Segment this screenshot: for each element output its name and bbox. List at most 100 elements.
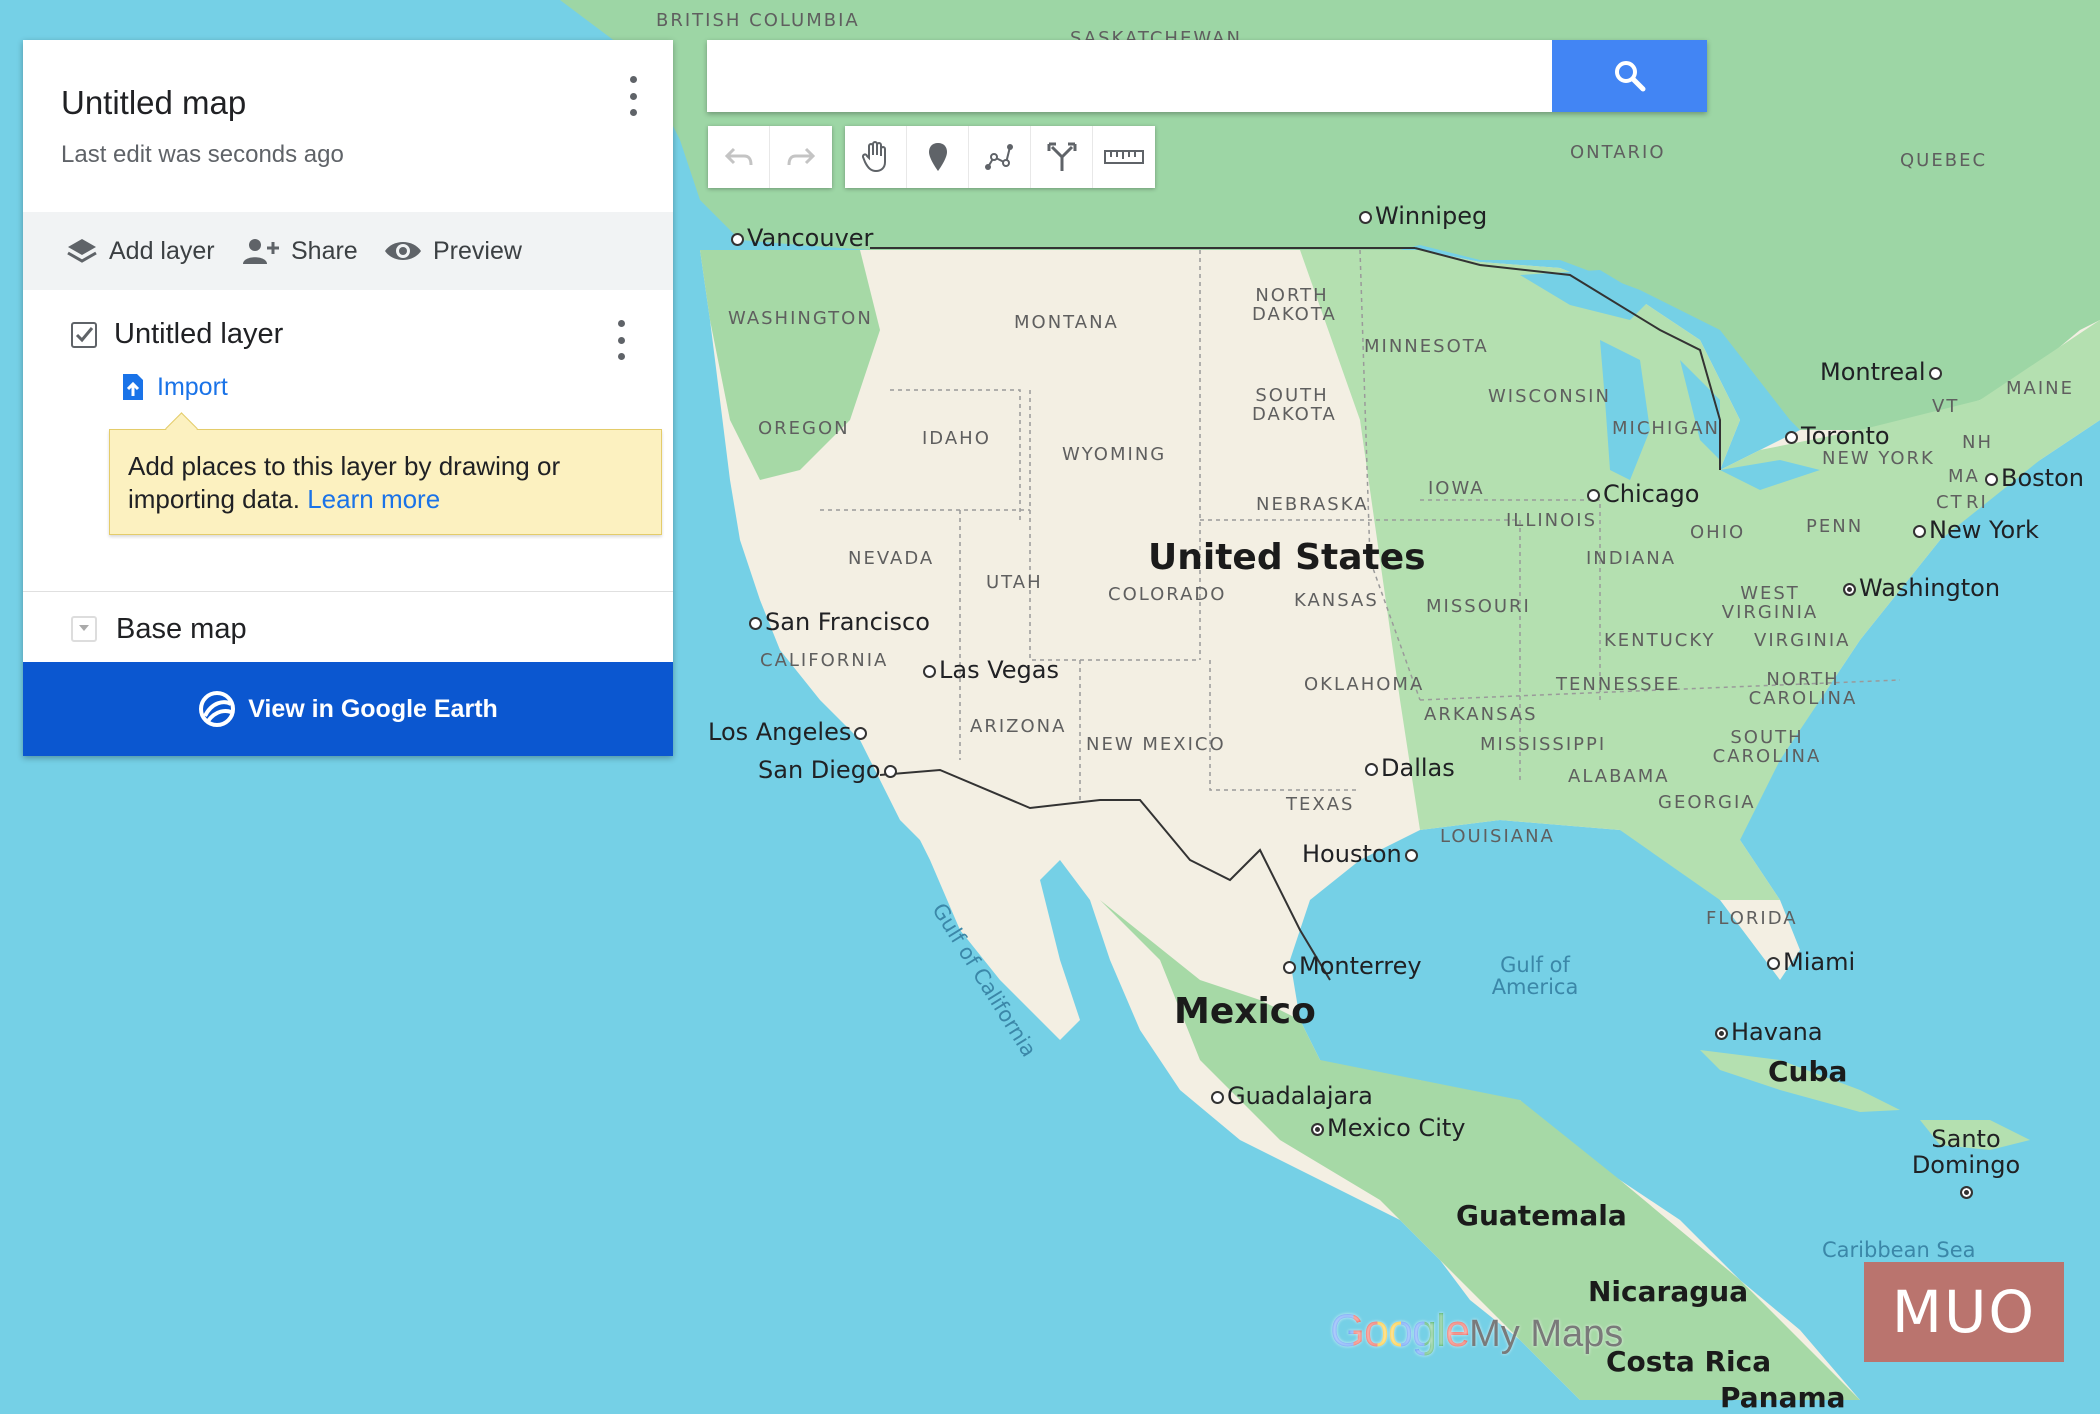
state-label: NH <box>1962 432 1993 453</box>
share-label: Share <box>291 236 358 265</box>
history-toolbar <box>708 126 832 188</box>
measure-distances-button[interactable] <box>1093 126 1155 188</box>
state-label: VT <box>1932 396 1960 417</box>
province-label: QUEBEC <box>1900 150 1988 171</box>
state-label: SOUTH CAROLINA <box>1712 727 1822 767</box>
undo-button[interactable] <box>708 126 770 188</box>
layer-row: Untitled layer <box>23 310 673 370</box>
state-label: IDAHO <box>922 428 991 449</box>
share-button[interactable]: Share <box>241 212 358 290</box>
redo-button[interactable] <box>770 126 832 188</box>
state-label: CALIFORNIA <box>760 650 889 671</box>
hand-icon <box>861 141 886 173</box>
state-label: NORTH CAROLINA <box>1748 669 1858 709</box>
drawing-toolbar <box>845 126 1155 188</box>
map-panel: Untitled map Last edit was seconds ago A… <box>23 40 673 756</box>
city-label: Las Vegas <box>920 658 1059 682</box>
city-label: Boston <box>1982 466 2084 490</box>
state-label: NEW MEXICO <box>1086 734 1226 755</box>
state-label: MISSISSIPPI <box>1480 734 1607 755</box>
state-label: WISCONSIN <box>1488 386 1611 407</box>
city-label: Winnipeg <box>1356 204 1487 228</box>
state-label: ARIZONA <box>970 716 1067 737</box>
import-link[interactable]: Import <box>121 370 228 404</box>
check-icon <box>75 327 94 343</box>
state-label: IOWA <box>1428 478 1485 499</box>
earth-button-label: View in Google Earth <box>248 694 498 723</box>
state-label: OHIO <box>1690 522 1746 543</box>
undo-icon <box>724 147 752 166</box>
base-map-row[interactable]: Base map <box>23 600 673 658</box>
state-label: WASHINGTON <box>728 308 873 329</box>
panel-actions: Add layer Share Preview <box>23 212 673 290</box>
more-vert-icon <box>629 76 637 83</box>
layer-visibility-checkbox[interactable] <box>71 322 97 348</box>
search-button[interactable] <box>1552 40 1707 112</box>
last-edit-status: Last edit was seconds ago <box>61 141 344 168</box>
state-label: LOUISIANA <box>1440 826 1555 847</box>
country-label: United States <box>1148 537 1426 578</box>
water-label: Gulf of America <box>1491 953 1579 999</box>
water-label: Caribbean Sea <box>1822 1238 1976 1262</box>
divider <box>23 591 673 592</box>
state-label: NEW YORK <box>1822 448 1935 469</box>
eye-icon <box>385 242 421 260</box>
city-label: Chicago <box>1584 482 1699 506</box>
country-label: Costa Rica <box>1606 1345 1772 1378</box>
import-label: Import <box>157 372 228 401</box>
add-marker-button[interactable] <box>907 126 969 188</box>
map-options-button[interactable] <box>621 76 645 116</box>
preview-button[interactable]: Preview <box>383 212 522 290</box>
layers-icon <box>67 239 97 263</box>
draw-line-button[interactable] <box>969 126 1031 188</box>
city-label: Montreal <box>1820 360 1945 384</box>
search-input[interactable] <box>707 40 1552 112</box>
more-vert-icon <box>617 320 625 327</box>
add-layer-button[interactable]: Add layer <box>65 212 215 290</box>
search-icon <box>1614 61 1645 92</box>
google-earth-icon <box>199 691 236 727</box>
city-label: Guadalajara <box>1208 1084 1373 1108</box>
city-label: Houston <box>1302 842 1421 866</box>
state-label: MICHIGAN <box>1612 418 1720 439</box>
add-layer-label: Add layer <box>109 236 215 265</box>
view-in-google-earth-button[interactable]: View in Google Earth <box>23 662 673 756</box>
city-label: Washington <box>1840 576 2000 600</box>
marker-icon <box>928 143 947 171</box>
state-label: ILLINOIS <box>1506 510 1598 531</box>
city-label: Los Angeles <box>708 720 870 744</box>
state-label: VIRGINIA <box>1754 630 1851 651</box>
province-label: BRITISH COLUMBIA <box>656 10 860 31</box>
ruler-icon <box>1104 150 1144 164</box>
state-label: MA <box>1948 466 1980 487</box>
state-label: OREGON <box>758 418 850 439</box>
state-label: COLORADO <box>1108 584 1227 605</box>
base-map-label: Base map <box>116 613 247 645</box>
city-label: Vancouver <box>728 226 873 250</box>
state-label: GEORGIA <box>1658 792 1756 813</box>
learn-more-link[interactable]: Learn more <box>307 484 440 514</box>
city-label: Monterrey <box>1280 954 1422 978</box>
add-directions-button[interactable] <box>1031 126 1093 188</box>
select-items-button[interactable] <box>845 126 907 188</box>
draw-line-icon <box>984 144 1013 170</box>
base-map-expand-toggle[interactable] <box>71 616 97 642</box>
layer-name[interactable]: Untitled layer <box>114 318 283 351</box>
state-label: ARKANSAS <box>1424 704 1538 725</box>
state-label: KENTUCKY <box>1604 630 1716 651</box>
redo-icon <box>787 147 816 166</box>
city-label: Santo Domingo <box>1906 1126 2026 1204</box>
country-label: Panama <box>1720 1381 1846 1414</box>
city-label: New York <box>1910 518 2039 542</box>
state-label: PENN <box>1806 516 1864 537</box>
layer-options-button[interactable] <box>609 320 633 360</box>
city-label: Havana <box>1712 1020 1823 1044</box>
state-label: MINNESOTA <box>1364 336 1489 357</box>
state-label: UTAH <box>986 572 1043 593</box>
state-label: WEST VIRGINIA <box>1721 583 1819 623</box>
state-label: MONTANA <box>1014 312 1119 333</box>
state-label: MISSOURI <box>1426 596 1531 617</box>
add-person-icon <box>243 239 279 264</box>
map-title[interactable]: Untitled map <box>61 84 246 122</box>
country-label: Guatemala <box>1456 1199 1627 1232</box>
